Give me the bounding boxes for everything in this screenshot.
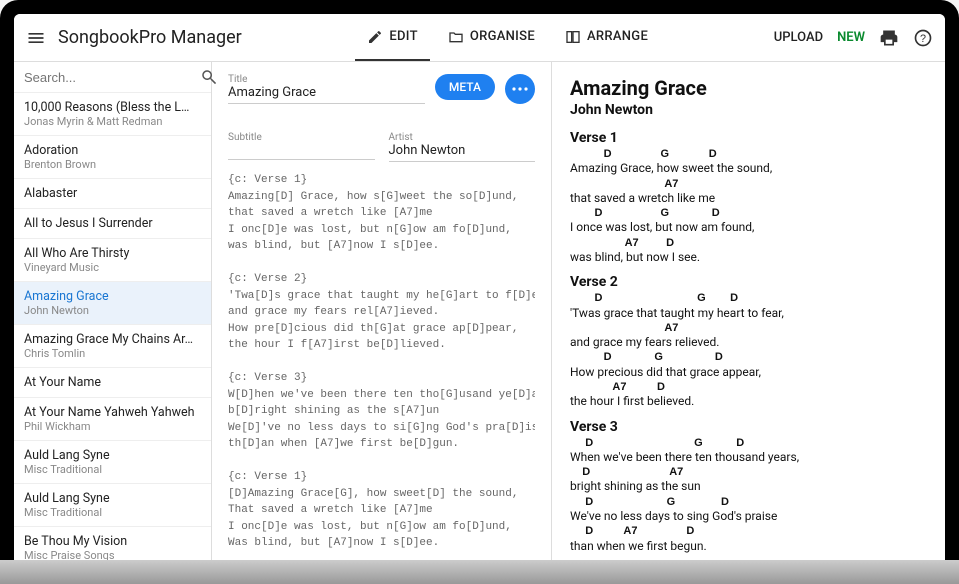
list-item[interactable]: Auld Lang SyneMisc Traditional xyxy=(14,441,211,484)
svg-text:?: ? xyxy=(920,33,926,45)
list-item[interactable]: All Who Are ThirstyVineyard Music xyxy=(14,239,211,282)
chord-line: D G D xyxy=(570,437,927,450)
song-title: At Your Name xyxy=(24,375,201,390)
list-item[interactable]: All to Jesus I Surrender xyxy=(14,209,211,239)
top-toolbar: SongbookPro Manager EDIT ORGANISE ARRANG… xyxy=(14,14,945,62)
app-title: SongbookPro Manager xyxy=(58,27,242,48)
artist-label: Artist xyxy=(389,132,536,143)
chord-line: D G D xyxy=(570,207,927,220)
list-item[interactable]: At Your Name Yahweh YahwehPhil Wickham xyxy=(14,398,211,441)
pencil-icon xyxy=(367,29,383,45)
lyric-line: and grace my fears relieved. xyxy=(570,335,927,349)
song-title: Auld Lang Syne xyxy=(24,448,201,463)
print-icon[interactable] xyxy=(879,28,899,48)
list-item[interactable]: Amazing Grace My Chains Ar…Chris Tomlin xyxy=(14,325,211,368)
song-list: 10,000 Reasons (Bless the L…Jonas Myrin … xyxy=(14,93,211,564)
section-header: Verse 3 xyxy=(570,419,927,435)
song-artist: Phil Wickham xyxy=(24,420,201,433)
folder-icon xyxy=(448,29,464,45)
chord-line: A7 D xyxy=(570,237,927,250)
preview-artist: John Newton xyxy=(570,102,927,118)
title-input[interactable]: Amazing Grace xyxy=(228,85,425,104)
subtitle-input[interactable] xyxy=(228,143,375,160)
chord-line: D G D xyxy=(570,292,927,305)
lyric-line: I once was lost, but now am found, xyxy=(570,220,927,234)
search-input[interactable] xyxy=(24,70,200,85)
chordpro-editor[interactable]: {c: Verse 1} Amazing[D] Grace, how s[G]w… xyxy=(228,172,535,552)
list-item[interactable]: AdorationBrenton Brown xyxy=(14,136,211,179)
tab-edit[interactable]: EDIT xyxy=(355,15,429,61)
tab-organise[interactable]: ORGANISE xyxy=(436,15,547,61)
chord-line: D G D xyxy=(570,148,927,161)
chord-line: A7 xyxy=(570,322,927,335)
lyric-line: When we've been there ten thousand years… xyxy=(570,450,927,464)
list-item[interactable]: Amazing GraceJohn Newton xyxy=(14,282,211,325)
song-artist: John Newton xyxy=(24,304,201,317)
help-icon[interactable]: ? xyxy=(913,28,933,48)
song-artist: Jonas Myrin & Matt Redman xyxy=(24,115,201,128)
lyric-line: than when we first begun. xyxy=(570,539,927,553)
song-artist: Misc Praise Songs xyxy=(24,549,201,562)
song-title: All to Jesus I Surrender xyxy=(24,216,201,231)
chord-line: D A7 xyxy=(570,466,927,479)
subtitle-label: Subtitle xyxy=(228,132,375,143)
lyric-line: that saved a wretch like me xyxy=(570,191,927,205)
song-artist: Misc Traditional xyxy=(24,463,201,476)
song-title: Auld Lang Syne xyxy=(24,491,201,506)
song-title: Be Thou My Vision xyxy=(24,534,201,549)
section-header: Verse 1 xyxy=(570,130,927,146)
title-label: Title xyxy=(228,74,425,85)
hamburger-icon[interactable] xyxy=(26,28,46,48)
arrange-icon xyxy=(565,29,581,45)
lyric-line: the hour I first believed. xyxy=(570,394,927,408)
preview-panel: Amazing Grace John Newton Verse 1 D G DA… xyxy=(552,62,945,564)
lyric-line: We've no less days to sing God's praise xyxy=(570,509,927,523)
song-artist: Brenton Brown xyxy=(24,158,201,171)
list-item[interactable]: Auld Lang SyneMisc Traditional xyxy=(14,484,211,527)
editor-panel: Title Amazing Grace META Subtitle xyxy=(212,62,552,564)
lyric-line: How precious did that grace appear, xyxy=(570,365,927,379)
preview-title: Amazing Grace xyxy=(570,76,927,100)
song-artist: Chris Tomlin xyxy=(24,347,201,360)
chord-line: D A7 D xyxy=(570,525,927,538)
list-item[interactable]: Be Thou My VisionMisc Praise Songs xyxy=(14,527,211,564)
meta-button[interactable]: META xyxy=(435,74,495,100)
lyric-line: Amazing Grace, how sweet the sound, xyxy=(570,161,927,175)
song-artist: Misc Traditional xyxy=(24,506,201,519)
more-button[interactable] xyxy=(505,74,535,104)
tab-arrange[interactable]: ARRANGE xyxy=(553,15,660,61)
search-row xyxy=(14,62,211,93)
chord-line: D G D xyxy=(570,496,927,509)
list-item[interactable]: At Your Name xyxy=(14,368,211,398)
chord-line: D G D xyxy=(570,351,927,364)
new-button[interactable]: NEW xyxy=(837,30,865,45)
song-title: All Who Are Thirsty xyxy=(24,246,201,261)
upload-button[interactable]: UPLOAD xyxy=(774,30,823,45)
artist-input[interactable]: John Newton xyxy=(389,143,536,162)
lyric-line: 'Twas grace that taught my heart to fear… xyxy=(570,306,927,320)
list-item[interactable]: 10,000 Reasons (Bless the L…Jonas Myrin … xyxy=(14,93,211,136)
lyric-line: was blind, but now I see. xyxy=(570,250,927,264)
song-artist: Vineyard Music xyxy=(24,261,201,274)
song-title: Alabaster xyxy=(24,186,201,201)
section-header: Verse 2 xyxy=(570,274,927,290)
lyric-line: bright shining as the sun xyxy=(570,479,927,493)
song-title: 10,000 Reasons (Bless the L… xyxy=(24,100,201,115)
song-title: Amazing Grace xyxy=(24,289,201,304)
chord-line: A7 D xyxy=(570,381,927,394)
list-item[interactable]: Alabaster xyxy=(14,179,211,209)
song-title: At Your Name Yahweh Yahweh xyxy=(24,405,201,420)
chord-line: A7 xyxy=(570,178,927,191)
song-sidebar: 10,000 Reasons (Bless the L…Jonas Myrin … xyxy=(14,62,212,564)
song-title: Adoration xyxy=(24,143,201,158)
song-title: Amazing Grace My Chains Ar… xyxy=(24,332,201,347)
